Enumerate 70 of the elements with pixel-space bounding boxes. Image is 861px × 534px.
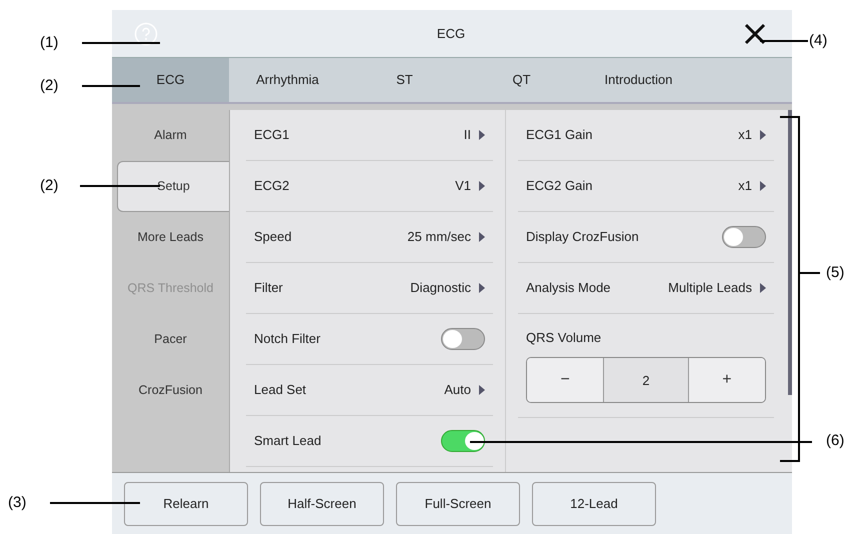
tab[interactable]: ST [346, 58, 463, 102]
setting-value: 25 mm/sec [407, 228, 471, 246]
close-button[interactable] [744, 22, 766, 44]
callout-label: (2) [40, 76, 58, 96]
caret-icon [479, 130, 485, 140]
toggle-switch[interactable] [441, 328, 485, 350]
volume-value: 2 [603, 358, 689, 402]
leader-line [760, 40, 808, 42]
setting-row[interactable]: Filter Diagnostic [246, 263, 493, 314]
setting-row[interactable]: ECG2 V1 [246, 161, 493, 212]
toggle-switch[interactable] [441, 430, 485, 452]
setting-label: Notch Filter [254, 330, 320, 348]
caret-icon [760, 181, 766, 191]
setting-label: Analysis Mode [526, 279, 611, 298]
callout-label: (3) [8, 493, 26, 513]
caret-icon [760, 283, 766, 293]
side-menu-item[interactable]: More Leads [112, 212, 229, 263]
tab[interactable]: Arrhythmia [229, 58, 346, 102]
setting-value: x1 [738, 177, 752, 196]
setting-label: Lead Set [254, 381, 306, 400]
callout-label: (5) [826, 263, 844, 283]
caret-icon [479, 232, 485, 242]
leader-line [800, 272, 820, 274]
setting-label: QRS Volume [526, 328, 602, 347]
setting-row[interactable]: Lead Set Auto [246, 365, 493, 416]
setting-value: V1 [455, 177, 471, 196]
setting-label: Display CrozFusion [526, 228, 639, 246]
caret-icon [479, 181, 485, 191]
setting-label: ECG1 [254, 126, 290, 144]
tab[interactable]: ECG [112, 58, 229, 102]
setting-label: Speed [254, 228, 292, 246]
caret-icon [760, 130, 766, 140]
setting-value: x1 [738, 126, 752, 144]
action-button[interactable]: Full-Screen [396, 482, 520, 526]
scrollbar[interactable] [788, 110, 792, 395]
caret-icon [479, 283, 485, 293]
window-title: ECG [436, 24, 466, 43]
callout-label: (6) [826, 431, 844, 451]
setting-label: Filter [254, 279, 283, 298]
tab[interactable]: QT [463, 58, 580, 102]
side-menu-item[interactable]: Setup [117, 161, 229, 212]
setting-row[interactable]: Analysis Mode Multiple Leads [518, 263, 774, 314]
callout-label: (2) [40, 176, 58, 196]
side-menu-item[interactable]: Pacer [112, 314, 229, 365]
caret-icon [479, 385, 485, 395]
action-button[interactable]: 12-Lead [532, 482, 656, 526]
tab[interactable]: Introduction [580, 58, 697, 102]
setting-value: II [464, 126, 471, 144]
help-icon[interactable] [134, 22, 158, 46]
leader-line [82, 85, 140, 87]
setting-label: Smart Lead [254, 432, 322, 450]
side-menu-item[interactable]: Alarm [112, 110, 229, 161]
callout-label: (4) [809, 31, 828, 51]
setting-row[interactable]: Speed 25 mm/sec [246, 212, 493, 263]
action-button[interactable]: Relearn [124, 482, 248, 526]
setting-row[interactable]: ECG1 Gain x1 [518, 110, 774, 161]
setting-value: Auto [444, 381, 471, 400]
setting-value: Multiple Leads [668, 279, 752, 298]
action-button[interactable]: Half-Screen [260, 482, 384, 526]
callout-label: (1) [40, 33, 58, 53]
decrease-button[interactable]: − [527, 358, 604, 402]
setting-label: ECG1 Gain [526, 126, 592, 144]
setting-label: ECG2 [254, 177, 290, 196]
toggle-switch[interactable] [722, 226, 766, 248]
setting-row[interactable]: ECG1 II [246, 110, 493, 161]
setting-label: ECG2 Gain [526, 177, 592, 196]
setting-row[interactable]: ECG2 Gain x1 [518, 161, 774, 212]
setting-value: Diagnostic [410, 279, 471, 298]
side-menu-item[interactable]: CrozFusion [112, 365, 229, 416]
increase-button[interactable]: + [688, 358, 765, 402]
